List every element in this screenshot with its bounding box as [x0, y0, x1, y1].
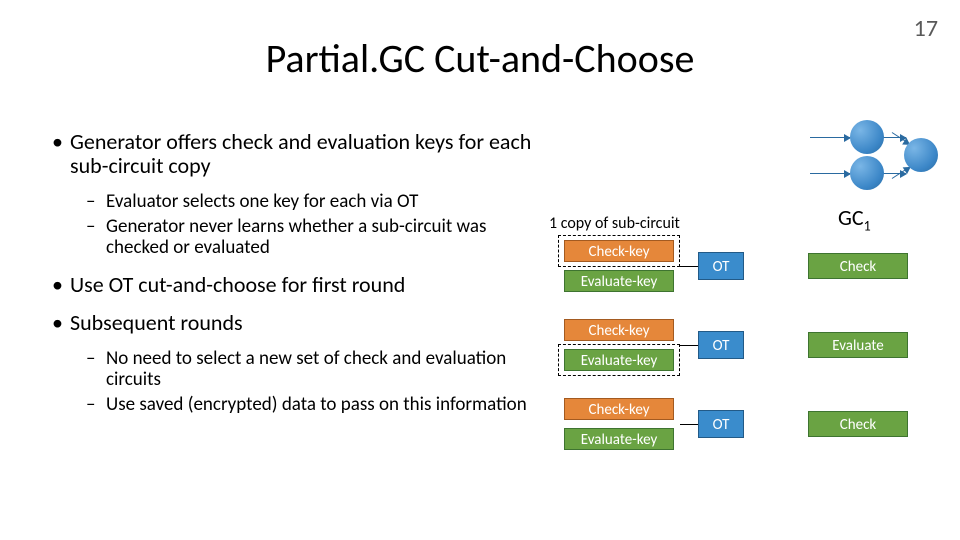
bullet-generator-offers: Generator offers check and evaluation ke… — [70, 130, 540, 178]
evaluate-key-box-3: Evaluate-key — [564, 428, 674, 450]
evaluate-key-box-1: Evaluate-key — [564, 270, 674, 292]
dash-use-saved-data: Use saved (encrypted) data to pass on th… — [70, 395, 540, 416]
mini-graph-icon — [800, 120, 940, 200]
check-key-box-3: Check-key — [564, 398, 674, 420]
bullet-use-ot-first-round: Use OT cut-and-choose for first round — [70, 273, 540, 297]
gc-label: GC1 — [838, 204, 871, 234]
link-line-3 — [680, 424, 698, 425]
evaluate-key-box-2: Evaluate-key — [564, 349, 674, 371]
link-line-1 — [680, 266, 698, 267]
result-box-1: Check — [808, 253, 908, 279]
link-line-2 — [680, 345, 698, 346]
result-box-3: Check — [808, 411, 908, 437]
dash-evaluator-selects: Evaluator selects one key for each via O… — [70, 192, 540, 213]
result-box-2: Evaluate — [808, 332, 908, 358]
dash-no-need-new-set: No need to select a new set of check and… — [70, 349, 540, 391]
ot-box-2: OT — [698, 331, 744, 359]
dash-generator-never-learns: Generator never learns whether a sub-cir… — [70, 217, 540, 259]
one-copy-label: 1 copy of sub-circuit — [549, 214, 680, 233]
ot-box-3: OT — [698, 410, 744, 438]
check-key-box-2: Check-key — [564, 319, 674, 341]
content-column: Generator offers check and evaluation ke… — [70, 130, 540, 420]
check-key-box-1: Check-key — [564, 240, 674, 262]
bullet-subsequent-rounds: Subsequent rounds — [70, 311, 540, 335]
ot-box-1: OT — [698, 252, 744, 280]
page-title: Partial.GC Cut-and-Choose — [0, 34, 960, 83]
gc-label-subscript: 1 — [864, 217, 871, 234]
diagram-area: GC1 1 copy of sub-circuit Check-key Eval… — [540, 120, 960, 540]
gc-label-text: GC — [838, 204, 864, 231]
